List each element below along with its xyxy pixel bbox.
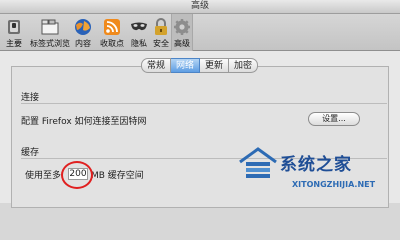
- toolbar-label: 内容: [75, 39, 91, 48]
- toolbar-item-main[interactable]: 主要: [1, 14, 27, 51]
- toolbar-item-advanced[interactable]: 高级: [171, 14, 193, 51]
- toolbar-item-content[interactable]: 内容: [71, 14, 95, 51]
- rss-feed-icon: [104, 19, 120, 35]
- preferences-content: 连接 配置 Firefox 如何连接至因特网 缓存 常规 网络 更新 加密 设置…: [0, 51, 400, 208]
- connection-settings-button[interactable]: 设置...: [308, 112, 360, 126]
- preferences-window: 高级 主要 标签式浏览 内容 收取点 隐私 安全 高级 连接 配置 Firefo…: [0, 0, 400, 208]
- toolbar-item-privacy[interactable]: 隐私: [128, 14, 150, 51]
- gear-icon: [174, 19, 190, 35]
- cache-section-title: 缓存: [21, 148, 40, 158]
- cache-suffix-label: MB 缓存空间: [91, 171, 144, 181]
- tab-general[interactable]: 常规: [141, 58, 172, 73]
- toolbar-label: 主要: [6, 39, 22, 48]
- tab-update[interactable]: 更新: [200, 58, 230, 73]
- toolbar-label: 隐私: [131, 39, 147, 48]
- watermark-url: XITONGZHIJIA.NET: [292, 180, 376, 189]
- toolbar-label: 高级: [174, 39, 190, 48]
- mask-icon: [131, 22, 147, 31]
- toolbar-item-security[interactable]: 安全: [151, 14, 171, 51]
- watermark-house-icon: [239, 147, 277, 178]
- divider: [21, 103, 387, 104]
- tab-encryption[interactable]: 加密: [229, 58, 259, 73]
- toolbar-label: 收取点: [100, 39, 124, 48]
- toolbar-item-tabs[interactable]: 标签式浏览: [30, 14, 70, 51]
- toolbar-label: 标签式浏览: [30, 39, 70, 48]
- lock-icon: [155, 18, 167, 35]
- tabs-icon: [41, 19, 59, 35]
- tab-network[interactable]: 网络: [171, 58, 201, 73]
- watermark-logo: 系统之家 XITONGZHIJIA.NET: [232, 144, 398, 202]
- connection-description: 配置 Firefox 如何连接至因特网: [21, 117, 147, 127]
- cache-prefix-label: 使用至多: [25, 171, 62, 181]
- globe-icon: [75, 19, 91, 35]
- window-title: 高级: [0, 0, 400, 14]
- connection-section-title: 连接: [21, 93, 40, 103]
- toolbar-item-feeds[interactable]: 收取点: [97, 14, 127, 51]
- preferences-toolbar: 主要 标签式浏览 内容 收取点 隐私 安全 高级: [0, 14, 400, 51]
- toolbar-label: 安全: [153, 39, 169, 48]
- switch-icon: [8, 20, 20, 34]
- watermark-text: 系统之家: [280, 155, 352, 175]
- highlight-annotation: [61, 161, 93, 189]
- preferences-tabs: 常规 网络 更新 加密: [141, 58, 259, 73]
